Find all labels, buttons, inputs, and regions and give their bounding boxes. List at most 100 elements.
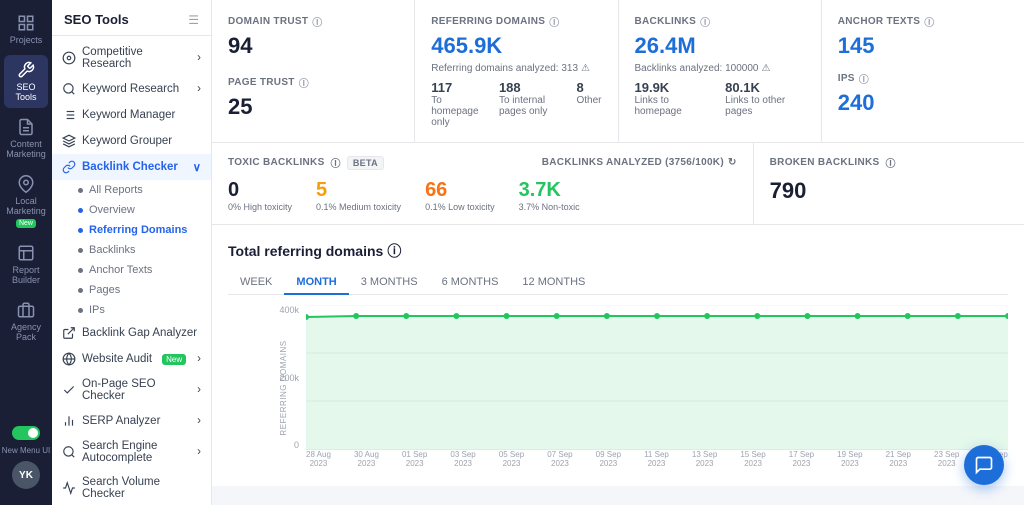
y-axis-label: REFERRING DOMAINS: [279, 340, 288, 435]
sidebar-item-search-volume[interactable]: Search Volume Checker: [52, 470, 211, 505]
ips-info-icon[interactable]: ⓘ: [859, 71, 869, 86]
referring-domains-sub-row: 117 To homepage only 188 To internal pag…: [431, 80, 601, 128]
tab-12months[interactable]: 12 MONTHS: [510, 271, 597, 295]
main-sidebar: SEO Tools ☰ Competitive Research › Keywo…: [52, 0, 212, 505]
chart-dot: [704, 313, 710, 319]
chevron-icon: ›: [197, 415, 201, 427]
x-label-4: 05 Sep2023: [499, 450, 524, 468]
chevron-icon: ›: [197, 384, 201, 396]
dot-icon: [78, 188, 83, 193]
anchor-texts-value: 145: [838, 33, 1008, 59]
x-label-12: 21 Sep2023: [886, 450, 911, 468]
toxic-num-1: 5: [316, 178, 401, 202]
stats-grid: DOMAIN TRUST ⓘ 94 PAGE TRUST ⓘ 25 REFERR…: [212, 0, 1024, 143]
sidebar-sub-item-backlinks[interactable]: Backlinks: [52, 240, 211, 260]
x-label-7: 11 Sep2023: [644, 450, 669, 468]
chevron-icon: ∨: [193, 160, 201, 174]
sidebar-icon-agency-pack[interactable]: Agency Pack: [4, 295, 48, 348]
sidebar-item-competitive-research[interactable]: Competitive Research ›: [52, 40, 211, 76]
sidebar-item-on-page-seo[interactable]: On-Page SEO Checker ›: [52, 372, 211, 408]
domain-trust-info-icon[interactable]: ⓘ: [312, 14, 322, 29]
sidebar-item-keyword-research[interactable]: Keyword Research ›: [52, 76, 211, 102]
x-axis: 28 Aug2023 30 Aug2023 01 Sep2023 03 Sep2…: [306, 450, 1008, 470]
broken-backlinks-info-icon[interactable]: ⓘ: [885, 155, 895, 170]
referring-domains-value: 465.9K: [431, 33, 601, 59]
new-menu-toggle[interactable]: [12, 426, 40, 440]
toxic-info-icon[interactable]: ⓘ: [331, 155, 341, 170]
tab-6months[interactable]: 6 MONTHS: [430, 271, 511, 295]
sidebar-item-keyword-grouper[interactable]: Keyword Grouper: [52, 128, 211, 154]
sidebar-icon-content-marketing[interactable]: Content Marketing: [4, 112, 48, 165]
sidebar-item-backlink-checker[interactable]: Backlink Checker ∨: [52, 154, 211, 180]
broken-backlinks-label: BROKEN BACKLINKS: [770, 157, 880, 168]
backlinks-sub-info-icon[interactable]: ⚠: [761, 63, 770, 74]
sidebar-sub-item-ips[interactable]: IPs: [52, 300, 211, 320]
tab-week[interactable]: WEEK: [228, 271, 284, 295]
stat-card-domain-trust: DOMAIN TRUST ⓘ 94 PAGE TRUST ⓘ 25: [212, 0, 414, 142]
chart-dot: [453, 313, 459, 319]
chart-dot: [754, 313, 760, 319]
dot-icon: [78, 308, 83, 313]
sidebar-item-backlink-gap[interactable]: Backlink Gap Analyzer: [52, 320, 211, 346]
sidebar-icon-seo-tools[interactable]: SEO Tools: [4, 55, 48, 108]
sidebar-item-serp-analyzer[interactable]: SERP Analyzer ›: [52, 408, 211, 434]
backlinks-info-icon[interactable]: ⓘ: [700, 14, 710, 29]
dot-filled-icon: [78, 208, 83, 213]
sidebar-icon-projects[interactable]: Projects: [4, 8, 48, 51]
sidebar-item-search-engine-autocomplete[interactable]: Search Engine Autocomplete ›: [52, 434, 211, 470]
x-label-0: 28 Aug2023: [306, 450, 331, 468]
refresh-icon[interactable]: ↻: [728, 157, 737, 168]
chart-svg: [306, 305, 1008, 450]
x-label-13: 23 Sep2023: [934, 450, 959, 468]
ips-label: IPS: [838, 73, 855, 84]
new-menu-label: New Menu UI: [2, 446, 50, 455]
chart-dot: [855, 313, 861, 319]
broken-backlinks-value-container: 790: [770, 178, 1008, 204]
sidebar-icon-report-builder[interactable]: Report Builder: [4, 238, 48, 291]
stat-card-referring-domains: REFERRING DOMAINS ⓘ 465.9K Referring dom…: [415, 0, 617, 142]
sidebar-title: SEO Tools: [64, 12, 129, 27]
toxic-val-0: 0 0% High toxicity: [228, 178, 292, 212]
broken-backlinks-value: 790: [770, 178, 807, 203]
chart-dot: [504, 313, 510, 319]
sidebar-item-website-audit[interactable]: Website Audit New ›: [52, 346, 211, 372]
chat-bubble[interactable]: [964, 445, 1004, 485]
toxic-num-3: 3.7K: [519, 178, 580, 202]
broken-backlinks-card: BROKEN BACKLINKS ⓘ 790: [754, 143, 1024, 224]
sidebar-sub-item-overview[interactable]: Overview: [52, 200, 211, 220]
chart-dot: [654, 313, 660, 319]
sidebar-sub-item-referring-domains[interactable]: Referring Domains: [52, 220, 211, 240]
toxic-values: 0 0% High toxicity 5 0.1% Medium toxicit…: [228, 178, 737, 212]
chart-title-info-icon[interactable]: ⓘ: [387, 241, 401, 261]
sidebar-icon-local-marketing[interactable]: Local Marketing New: [4, 169, 48, 234]
x-label-5: 07 Sep2023: [547, 450, 572, 468]
referring-domains-info-icon[interactable]: ⓘ: [549, 14, 559, 29]
chart-dot: [353, 313, 359, 319]
page-trust-value: 25: [228, 94, 398, 120]
website-audit-badge: New: [162, 354, 186, 365]
chart-section: Total referring domains ⓘ WEEK MONTH 3 M…: [212, 225, 1024, 486]
beta-badge: BETA: [347, 156, 384, 170]
sidebar-item-keyword-manager[interactable]: Keyword Manager: [52, 102, 211, 128]
sidebar-sub-item-all-reports[interactable]: All Reports: [52, 180, 211, 200]
referring-domains-sub-info-icon[interactable]: ⚠: [581, 63, 590, 74]
sidebar-header: SEO Tools ☰: [52, 0, 211, 36]
dot-icon: [78, 248, 83, 253]
toxic-label: TOXIC BACKLINKS: [228, 157, 325, 168]
sidebar-sub-item-pages[interactable]: Pages: [52, 280, 211, 300]
user-avatar[interactable]: YK: [12, 461, 40, 489]
sidebar-sub-item-anchor-texts[interactable]: Anchor Texts: [52, 260, 211, 280]
chart-fill: [306, 316, 1008, 450]
page-trust-info-icon[interactable]: ⓘ: [299, 75, 309, 90]
tab-3months[interactable]: 3 MONTHS: [349, 271, 430, 295]
tab-month[interactable]: MONTH: [284, 271, 348, 295]
chart-dot: [403, 313, 409, 319]
ref-dom-sub-3: 8 Other: [576, 80, 601, 128]
sidebar-menu-icon[interactable]: ☰: [188, 13, 199, 27]
x-label-9: 15 Sep2023: [740, 450, 765, 468]
referring-domains-sub: Referring domains analyzed: 313 ⚠: [431, 63, 601, 74]
anchor-texts-info-icon[interactable]: ⓘ: [924, 14, 934, 29]
backlinks-sub: Backlinks analyzed: 100000 ⚠: [635, 63, 805, 74]
toxic-sub-1: 0.1% Medium toxicity: [316, 202, 401, 212]
ref-dom-sub-1: 117 To homepage only: [431, 80, 483, 128]
